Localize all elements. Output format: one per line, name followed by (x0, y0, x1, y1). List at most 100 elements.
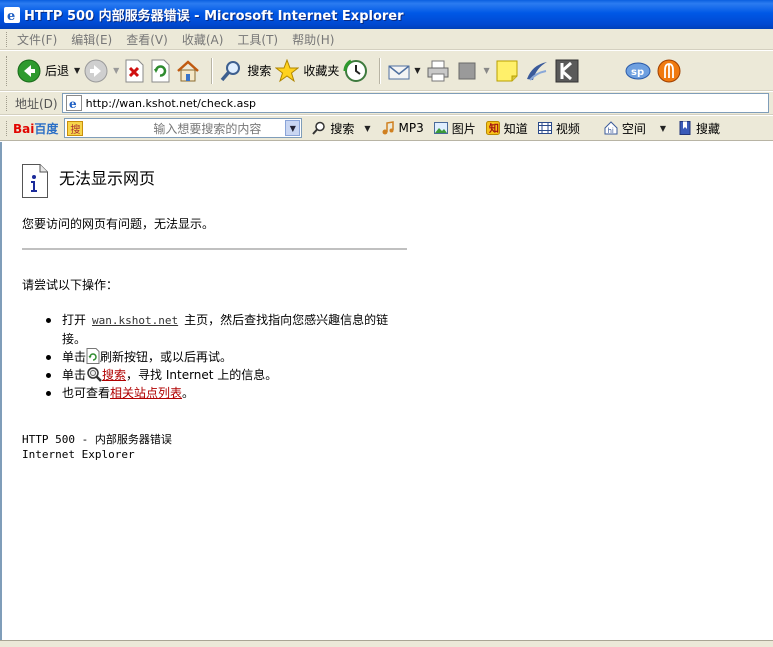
back-label: 后退 (45, 64, 70, 78)
page-content: 无法显示网页 您要访问的网页有问题，无法显示。 请尝试以下操作： 打开 wan.k… (0, 142, 773, 647)
mail-button[interactable]: ▼ (387, 55, 421, 87)
kaspersky-button[interactable] (554, 55, 580, 87)
error-app-name: Internet Explorer (22, 448, 135, 461)
menu-file[interactable]: 文件(F) (17, 31, 57, 48)
note-icon (496, 60, 518, 81)
edit-dropdown-icon[interactable]: ▼ (484, 66, 490, 75)
search-link[interactable]: 搜索 (102, 368, 126, 382)
page-icon: e (65, 95, 82, 111)
baidu-search-input[interactable]: 搜 输入想要搜索的内容 ▼ (64, 118, 303, 138)
baidu-input-tag: 搜 (67, 120, 84, 136)
svg-text:知: 知 (488, 122, 499, 135)
try-label: 请尝试以下操作： (22, 278, 119, 292)
baidu-dropdown-icon[interactable]: ▼ (285, 120, 301, 136)
ie-icon: e (4, 6, 20, 23)
baidu-space-dropdown-icon[interactable]: ▼ (660, 124, 666, 133)
flash-icon (657, 59, 681, 82)
baidu-mp3-button[interactable]: MP3 (381, 121, 424, 135)
svg-text:e: e (69, 97, 77, 111)
edit-button[interactable]: ▼ (455, 55, 490, 87)
refresh-button[interactable] (149, 55, 171, 87)
stop-button[interactable] (123, 55, 145, 87)
error-code: HTTP 500 - 内部服务器错误 (22, 433, 172, 446)
discuss-button[interactable] (494, 55, 520, 87)
back-arrow-icon (17, 59, 41, 82)
search-icon (87, 367, 102, 382)
baidu-toolbar: Bai百度 搜 输入想要搜索的内容 ▼ 搜索 ▼ MP3 图片 知 知道 视频 … (0, 116, 773, 141)
kaspersky-icon (555, 59, 579, 82)
address-label: 地址(D) (15, 96, 58, 111)
history-icon (343, 59, 368, 82)
status-bar (0, 640, 773, 647)
stop-icon (125, 59, 144, 82)
baidu-grip[interactable] (6, 120, 9, 136)
printer-icon (427, 60, 449, 81)
error-description: 您要访问的网页有问题，无法显示。 (22, 217, 215, 231)
forward-button[interactable]: ▼ (84, 55, 119, 87)
list-item: 打开 wan.kshot.net 主页，然后查找指向您感兴趣信息的链接。 (46, 311, 406, 348)
home-icon (177, 59, 200, 81)
baidu-zhidao-button[interactable]: 知 知道 (485, 120, 528, 137)
address-url: http://wan.kshot.net/check.asp (85, 96, 257, 110)
baidu-placeholder: 输入想要搜索的内容 (153, 121, 262, 136)
related-sites-link[interactable]: 相关站点列表 (110, 386, 182, 400)
address-input[interactable]: e http://wan.kshot.net/check.asp (61, 93, 769, 113)
menu-tools[interactable]: 工具(T) (237, 31, 278, 48)
list-item: 也可查看相关站点列表。 (46, 384, 406, 402)
messenger-icon: sp (625, 62, 651, 79)
baidu-images-button[interactable]: 图片 (433, 120, 476, 137)
menu-favorites[interactable]: 收藏(A) (182, 31, 224, 48)
print-button[interactable] (425, 55, 451, 87)
messenger-button[interactable]: sp (624, 55, 652, 87)
favorites-button[interactable]: 收藏夹 (275, 55, 339, 87)
forward-arrow-icon (84, 59, 108, 82)
title-bar[interactable]: e HTTP 500 内部服务器错误 - Microsoft Internet … (0, 0, 773, 29)
favorites-label: 收藏夹 (303, 64, 340, 78)
picture-icon (433, 122, 448, 134)
baidu-space-button[interactable]: hi 空间 ▼ (604, 120, 666, 137)
divider (22, 248, 407, 250)
svg-text:hi: hi (607, 127, 613, 135)
address-bar: 地址(D) e http://wan.kshot.net/check.asp (0, 92, 773, 115)
space-icon: hi (604, 121, 618, 135)
film-icon (537, 122, 552, 134)
research-button[interactable] (524, 55, 550, 87)
svg-text:e: e (7, 9, 15, 23)
back-dropdown-icon[interactable]: ▼ (74, 66, 80, 75)
menu-grip[interactable] (6, 31, 9, 47)
home-page-link[interactable]: wan.kshot.net (92, 314, 178, 327)
search-button[interactable]: 搜索 (219, 55, 271, 87)
history-button[interactable] (343, 55, 369, 87)
suggestion-list: 打开 wan.kshot.net 主页，然后查找指向您感兴趣信息的链接。 单击 刷新… (46, 311, 406, 402)
bookmark-icon (679, 121, 691, 135)
flash-button[interactable] (656, 55, 682, 87)
zhidao-icon: 知 (485, 121, 500, 135)
baidu-hide-button[interactable]: 搜藏 (678, 120, 720, 137)
menu-view[interactable]: 查看(V) (126, 31, 168, 48)
info-icon (22, 164, 48, 198)
window-title: HTTP 500 内部服务器错误 - Microsoft Internet Ex… (24, 9, 404, 24)
list-item: 单击 刷新按钮，或以后再试。 (46, 348, 406, 366)
toolbar-separator (211, 57, 214, 84)
list-item: 单击 搜索，寻找 Internet 上的信息。 (46, 366, 406, 384)
menu-help[interactable]: 帮助(H) (292, 31, 334, 48)
baidu-search-dropdown-icon[interactable]: ▼ (364, 124, 370, 133)
search-icon (221, 60, 241, 81)
magnifier-icon (312, 121, 326, 135)
mail-dropdown-icon[interactable]: ▼ (414, 66, 420, 75)
back-button[interactable]: 后退 ▼ (17, 55, 80, 87)
mail-icon (388, 64, 410, 79)
baidu-video-button[interactable]: 视频 (537, 120, 580, 137)
music-note-icon (382, 121, 394, 135)
menu-bar: 文件(F) 编辑(E) 查看(V) 收藏(A) 工具(T) 帮助(H) (0, 29, 773, 50)
baidu-logo[interactable]: Bai百度 (13, 120, 58, 137)
toolbar-grip[interactable] (6, 55, 9, 86)
address-grip[interactable] (6, 95, 9, 111)
menu-edit[interactable]: 编辑(E) (71, 31, 112, 48)
toolbar-separator (379, 57, 382, 84)
search-label: 搜索 (247, 64, 272, 78)
baidu-search-button[interactable]: 搜索 ▼ (312, 120, 371, 137)
forward-dropdown-icon[interactable]: ▼ (113, 66, 119, 75)
home-button[interactable] (175, 55, 201, 87)
page-title: 无法显示网页 (59, 169, 156, 188)
